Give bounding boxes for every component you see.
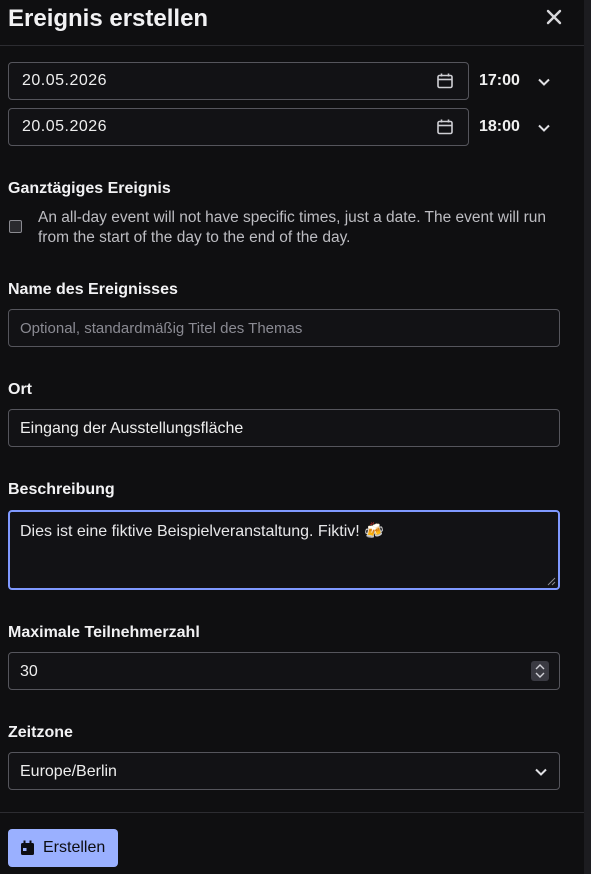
location-value: Eingang der Ausstellungsfläche xyxy=(20,420,244,437)
timezone-value: Europe/Berlin xyxy=(20,763,117,780)
description-value: Dies ist eine fiktive Beispielveranstalt… xyxy=(20,523,385,540)
calendar-icon[interactable] xyxy=(436,118,454,136)
create-button[interactable]: Erstellen xyxy=(8,829,118,867)
number-stepper-icon[interactable] xyxy=(531,661,549,681)
start-date-input[interactable]: 20.05.2026 xyxy=(8,62,469,100)
end-date-input[interactable]: 20.05.2026 xyxy=(8,108,469,146)
resize-handle-icon[interactable] xyxy=(546,576,556,586)
event-name-input[interactable]: Optional, standardmäßig Titel des Themas xyxy=(8,309,560,347)
create-event-dialog: Ereignis erstellen 20.05.2026 17:00 20.0… xyxy=(0,0,584,874)
max-attendees-label: Maximale Teilnehmerzahl xyxy=(8,624,200,641)
calendar-icon[interactable] xyxy=(436,72,454,90)
end-date-value: 20.05.2026 xyxy=(22,118,108,135)
close-button[interactable] xyxy=(541,4,567,30)
close-icon xyxy=(546,9,562,25)
all-day-help-text: An all-day event will not have specific … xyxy=(38,209,547,246)
chevron-down-icon[interactable] xyxy=(536,120,552,136)
location-label: Ort xyxy=(8,381,32,398)
footer-divider xyxy=(0,812,584,813)
chevron-down-icon xyxy=(535,768,547,776)
end-time-select[interactable]: 18:00 xyxy=(479,118,520,136)
dialog-title: Ereignis erstellen xyxy=(8,5,209,32)
max-attendees-value: 30 xyxy=(20,663,38,680)
dialog-header: Ereignis erstellen xyxy=(0,0,584,46)
create-button-label: Erstellen xyxy=(43,839,106,856)
start-date-value: 20.05.2026 xyxy=(22,72,108,89)
all-day-label: Ganztägiges Ereignis xyxy=(8,180,171,197)
description-label: Beschreibung xyxy=(8,481,115,498)
description-textarea[interactable]: Dies ist eine fiktive Beispielveranstalt… xyxy=(8,510,560,590)
start-time-select[interactable]: 17:00 xyxy=(479,72,520,90)
location-input[interactable]: Eingang der Ausstellungsfläche xyxy=(8,409,560,447)
background-scroll-strip xyxy=(584,0,591,874)
max-attendees-input[interactable]: 30 xyxy=(8,652,560,690)
chevron-down-icon[interactable] xyxy=(536,74,552,90)
all-day-checkbox[interactable] xyxy=(9,220,22,233)
event-name-label: Name des Ereignisses xyxy=(8,281,178,298)
timezone-select[interactable]: Europe/Berlin xyxy=(8,752,560,790)
calendar-icon xyxy=(21,840,34,855)
event-name-placeholder: Optional, standardmäßig Titel des Themas xyxy=(20,320,303,337)
timezone-label: Zeitzone xyxy=(8,724,73,741)
